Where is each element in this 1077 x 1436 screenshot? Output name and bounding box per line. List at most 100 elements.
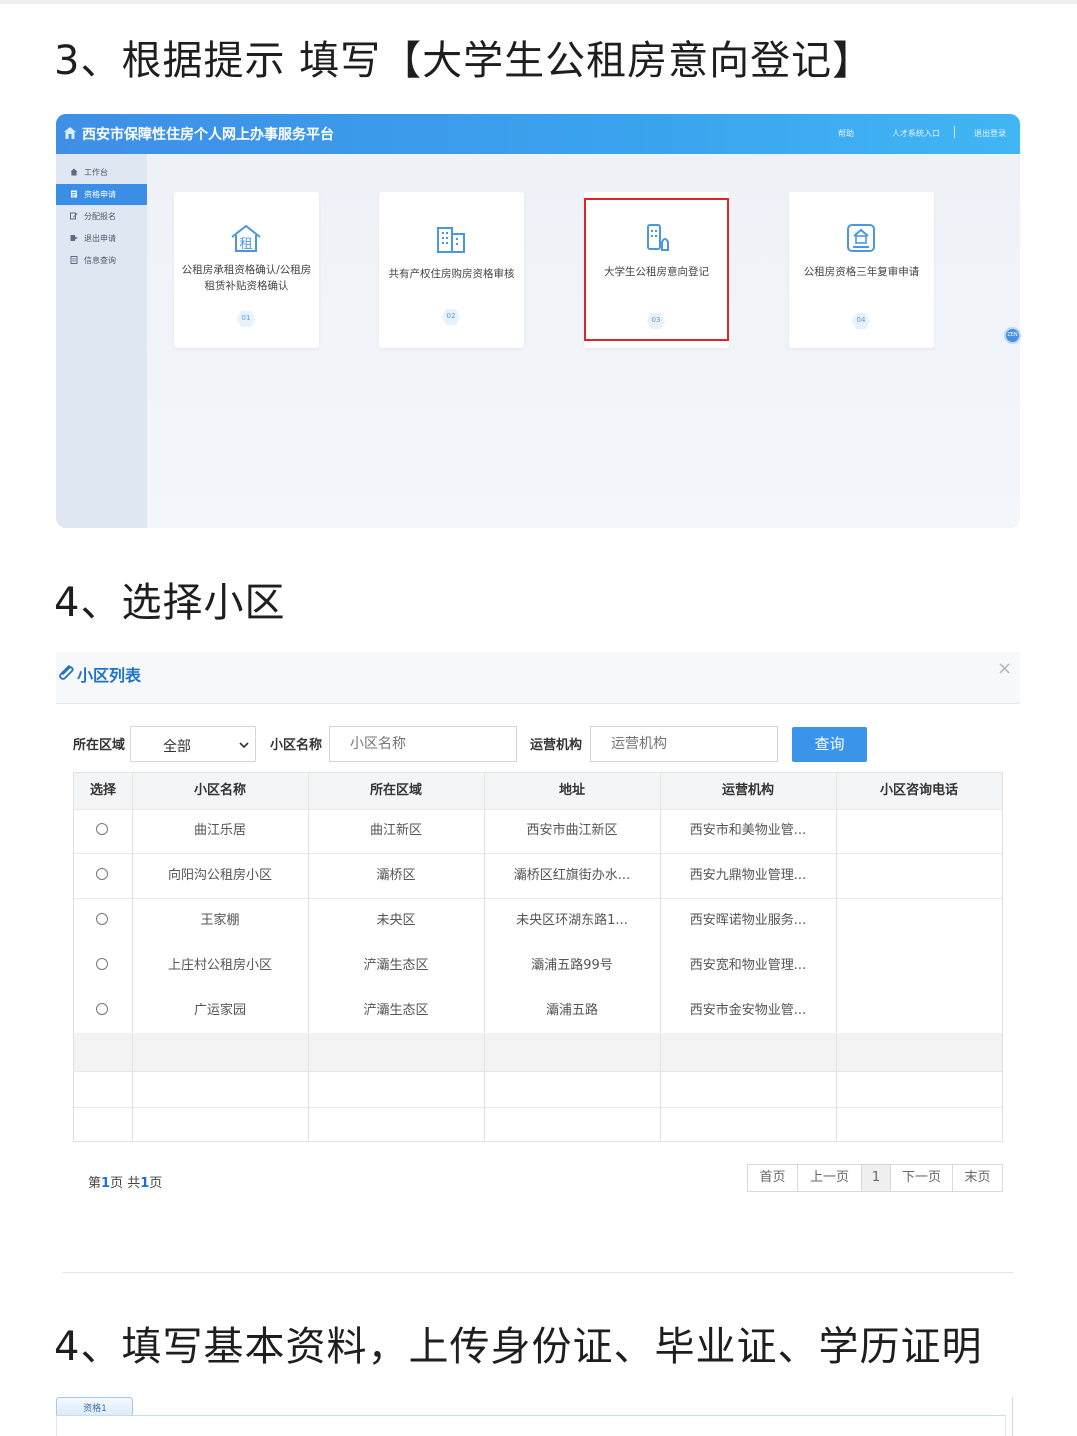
row-radio[interactable] (96, 823, 108, 835)
step-4-heading: 4、选择小区 (54, 580, 286, 626)
column-header-select: 选择 (74, 773, 132, 809)
row-radio[interactable] (96, 868, 108, 880)
floating-button-label: ZEN (1007, 332, 1018, 338)
floating-service-button[interactable]: ZEN (1004, 327, 1021, 344)
sidebar-item-workbench[interactable]: 工作台 (56, 162, 147, 183)
sidebar-item-info-query[interactable]: 信息查询 (56, 250, 147, 271)
cell-area: 浐灞生态区 (363, 1003, 429, 1018)
row-radio[interactable] (96, 958, 108, 970)
row-radio[interactable] (96, 1003, 108, 1015)
query-button[interactable]: 查询 (792, 727, 867, 762)
help-link[interactable]: 帮助 (838, 128, 854, 139)
cell-address: 西安市曲江新区 (526, 823, 618, 838)
step-3-heading: 3、根据提示 填写【大学生公租房意向登记】 (54, 38, 874, 84)
house-review-icon (847, 224, 875, 252)
area-select[interactable]: 全部 (130, 726, 256, 762)
cell-name: 广运家园 (193, 1003, 246, 1018)
district-list-modal: 小区列表 × 所在区域 全部 小区名称 运营机构 查询 选择 小区名称 所在区域… (56, 652, 1020, 1212)
page-number-button[interactable]: 1 (861, 1164, 891, 1192)
sidebar-item-label: 分配报名 (84, 212, 116, 221)
portal-header: 西安市保障性住房个人网上办事服务平台 帮助 人才系统入口 退出登录 (56, 114, 1020, 154)
column-header-name: 小区名称 (132, 773, 308, 809)
row-radio[interactable] (96, 913, 108, 925)
page-info-prefix: 第 (88, 1176, 102, 1191)
modal-header: 小区列表 × (56, 652, 1020, 704)
list-icon (70, 256, 78, 264)
step-4-upload-heading: 4、填写基本资料，上传身份证、毕业证、学历证明 (54, 1324, 983, 1370)
sidebar-item-qualification-apply[interactable]: 资格申请 (56, 184, 147, 205)
cell-area: 曲江新区 (369, 823, 422, 838)
top-divider (0, 0, 1077, 4)
cell-name: 上庄村公租房小区 (167, 958, 272, 973)
close-icon[interactable]: × (997, 658, 1012, 679)
sidebar-item-label: 工作台 (84, 168, 108, 177)
cell-phone (836, 944, 1002, 988)
area-select-value: 全部 (163, 739, 191, 755)
cell-address: 灞浦五路99号 (531, 958, 613, 973)
cell-name: 王家棚 (200, 913, 240, 928)
cell-operator: 西安晖诺物业服务... (689, 913, 807, 928)
house-rent-icon: 租 (231, 224, 261, 252)
cell-area: 浐灞生态区 (363, 958, 429, 973)
cell-phone (836, 854, 1002, 898)
building-icon (437, 227, 465, 253)
talent-system-link[interactable]: 人才系统入口 (892, 128, 940, 139)
service-card-annual-review[interactable]: 公租房资格三年复审申请 04 (789, 192, 934, 348)
screenshot-edge (1012, 1397, 1013, 1436)
next-page-button[interactable]: 下一页 (890, 1164, 953, 1192)
card-label: 公租房资格三年复审申请 (803, 266, 920, 278)
edit-icon (70, 212, 78, 220)
column-header-operator: 运营机构 (660, 773, 836, 809)
tab-label: 资格1 (83, 1404, 107, 1414)
tab-qualification-1[interactable]: 资格1 (56, 1397, 133, 1415)
portal-sidebar: 工作台 资格申请 分配报名 退出申请 信息查询 (56, 154, 147, 528)
current-page: 1 (101, 1176, 111, 1191)
card-number: 01 (241, 314, 251, 322)
area-label: 所在区域 (73, 738, 126, 753)
sidebar-item-label: 信息查询 (84, 256, 116, 265)
district-name-input[interactable] (329, 726, 517, 762)
cell-operator: 西安宽和物业管理... (689, 958, 807, 973)
card-label: 公租房承租资格确认/公租房 (181, 264, 312, 276)
sidebar-item-label: 资格申请 (84, 190, 116, 199)
logout-link[interactable]: 退出登录 (974, 128, 1006, 139)
chevron-down-icon (239, 742, 249, 749)
paperclip-icon (59, 665, 74, 680)
basic-info-form-screenshot: 资格1 (56, 1397, 1016, 1436)
card-number: 04 (856, 316, 866, 324)
cell-address: 未央区环湖东路1... (516, 913, 628, 928)
cell-address: 灞浦五路 (545, 1003, 598, 1018)
card-number-badge: 01 (236, 310, 256, 328)
highlight-box (584, 198, 729, 341)
sidebar-item-allocation[interactable]: 分配报名 (56, 206, 147, 227)
page-info-mid: 页 共 (110, 1176, 141, 1191)
pagination-info: 第1页 共1页 (88, 1172, 162, 1191)
section-divider (62, 1272, 1014, 1273)
total-pages: 1 (140, 1176, 150, 1191)
svg-text:租: 租 (239, 237, 252, 252)
cell-phone (836, 989, 1002, 1033)
empty-row-highlight (74, 1033, 1002, 1071)
district-name-label: 小区名称 (270, 738, 323, 753)
card-label: 共有产权住房购房资格审核 (388, 268, 515, 280)
first-page-button[interactable]: 首页 (747, 1164, 798, 1192)
card-number-badge: 04 (851, 312, 871, 330)
operator-input[interactable] (590, 726, 778, 762)
last-page-button[interactable]: 末页 (952, 1164, 1003, 1192)
cell-address: 灞桥区红旗街办水... (513, 868, 631, 883)
sidebar-item-exit-apply[interactable]: 退出申请 (56, 228, 147, 249)
cell-area: 未央区 (376, 913, 416, 928)
row-divider (74, 1107, 1002, 1108)
column-header-area: 所在区域 (308, 773, 484, 809)
district-table: 选择 小区名称 所在区域 地址 运营机构 小区咨询电话 曲江乐居 曲江新区 西安… (73, 772, 1003, 1142)
service-card-rental-confirm[interactable]: 租 公租房承租资格确认/公租房 租赁补贴资格确认 01 (174, 192, 319, 348)
column-header-address: 地址 (484, 773, 660, 809)
exit-icon (70, 235, 78, 241)
prev-page-button[interactable]: 上一页 (797, 1164, 862, 1192)
form-panel (56, 1416, 1006, 1436)
home-icon (70, 168, 78, 176)
card-number-badge: 02 (441, 308, 461, 326)
service-card-shared-ownership[interactable]: 共有产权住房购房资格审核 02 (379, 192, 524, 348)
card-number: 02 (446, 312, 456, 320)
cell-operator: 西安市和美物业管... (689, 823, 807, 838)
